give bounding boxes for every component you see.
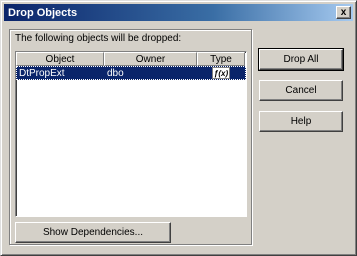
type-cell: ƒ(x) (197, 66, 245, 80)
close-button[interactable]: x (336, 6, 351, 19)
function-icon: ƒ(x) (212, 67, 230, 79)
close-icon: x (340, 6, 347, 18)
drop-all-button[interactable]: Drop All (258, 48, 344, 71)
cancel-button[interactable]: Cancel (259, 80, 343, 101)
show-dependencies-button[interactable]: Show Dependencies... (15, 222, 171, 243)
owner-cell: dbo (107, 67, 124, 79)
column-header-type[interactable]: Type (197, 52, 245, 66)
group-caption: The following objects will be dropped: (15, 33, 182, 44)
title-bar[interactable]: Drop Objects x (4, 4, 353, 21)
list-item[interactable]: DtPropExt dbo ƒ(x) (16, 66, 246, 80)
help-button[interactable]: Help (259, 111, 343, 132)
object-name-cell: DtPropExt (19, 67, 65, 79)
list-header: Object Owner Type (16, 52, 246, 66)
objects-list[interactable]: Object Owner Type DtPropExt dbo ƒ(x) (15, 51, 247, 217)
drop-objects-dialog: Drop Objects x The following objects wil… (0, 0, 357, 256)
column-header-object[interactable]: Object (16, 52, 104, 66)
column-header-owner[interactable]: Owner (104, 52, 197, 66)
window-title: Drop Objects (8, 6, 78, 19)
